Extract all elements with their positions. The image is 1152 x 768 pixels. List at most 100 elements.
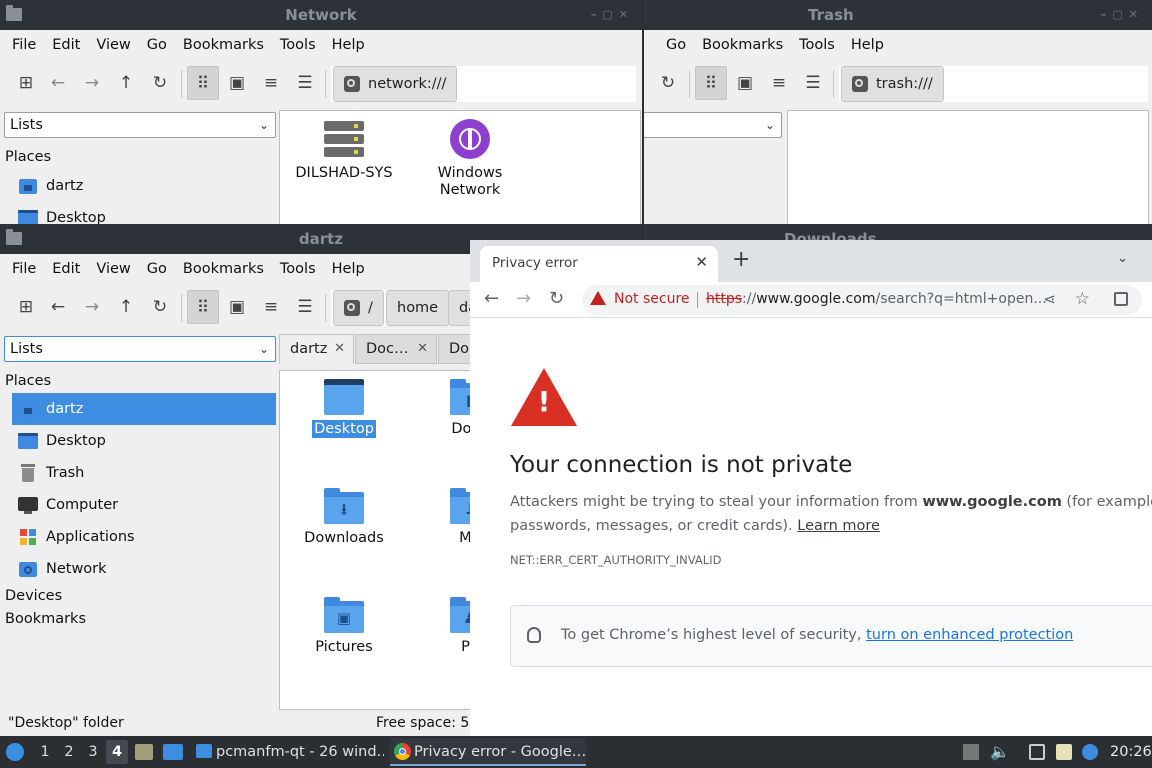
detail-view-icon[interactable]: ☰: [289, 290, 321, 324]
back-arrow-icon[interactable]: ←: [42, 290, 74, 324]
bookmark-star-icon[interactable]: ☆: [1075, 289, 1090, 309]
menu-help[interactable]: Help: [843, 30, 892, 60]
network-status-icon[interactable]: [1029, 744, 1045, 760]
new-window-icon[interactable]: ⊞: [10, 290, 42, 324]
file-icon-view[interactable]: DILSHAD-SYS Windows Network: [279, 110, 641, 224]
forward-arrow-icon[interactable]: →: [76, 66, 108, 100]
workspace-4[interactable]: 4: [106, 740, 128, 764]
close-icon[interactable]: ✕: [334, 335, 345, 363]
bookmarks-header[interactable]: Bookmarks: [5, 611, 86, 627]
place-computer[interactable]: Computer: [12, 489, 276, 521]
path-crumb-root[interactable]: /: [333, 290, 384, 326]
address-bar[interactable]: Not secure https://www.google.com/search…: [582, 285, 1142, 315]
learn-more-link[interactable]: Learn more: [797, 518, 880, 534]
place-dartz[interactable]: dartz: [12, 170, 276, 202]
clipboard-icon[interactable]: [1056, 744, 1072, 760]
clock[interactable]: 20:26: [1110, 736, 1152, 768]
volume-icon[interactable]: 🔈: [990, 736, 1010, 768]
up-arrow-icon[interactable]: ↑: [110, 66, 142, 100]
file-item-pictures[interactable]: ▣ Pictures: [294, 597, 394, 656]
menu-go[interactable]: Go: [139, 254, 175, 284]
reload-icon[interactable]: ↻: [549, 288, 564, 310]
icon-view-icon[interactable]: ⠿: [187, 290, 219, 324]
url-text[interactable]: https://www.google.com/search?q=html+ope…: [706, 291, 1047, 307]
path-crumb[interactable]: trash:///: [841, 66, 944, 102]
app-menu-icon[interactable]: [6, 743, 24, 761]
menu-edit[interactable]: Edit: [44, 254, 88, 284]
new-window-icon[interactable]: ⊞: [10, 66, 42, 100]
back-arrow-icon[interactable]: ←: [484, 288, 499, 310]
place-applications[interactable]: Applications: [12, 521, 276, 553]
share-icon[interactable]: ⋖: [1043, 290, 1056, 308]
menu-view[interactable]: View: [88, 254, 138, 284]
task-pcmanfm[interactable]: pcmanfm-qt - 26 wind…: [192, 738, 384, 766]
network-item[interactable]: Windows Network: [420, 119, 520, 199]
tab-dartz[interactable]: dartz ✕: [279, 334, 354, 364]
forward-arrow-icon[interactable]: →: [76, 290, 108, 324]
menu-go[interactable]: Go: [139, 30, 175, 60]
place-desktop[interactable]: Desktop: [12, 202, 276, 224]
menu-file[interactable]: File: [0, 254, 44, 284]
reload-icon[interactable]: ↻: [652, 66, 684, 100]
menu-help[interactable]: Help: [324, 254, 373, 284]
close-icon[interactable]: ✕: [695, 253, 708, 271]
place-network[interactable]: Network: [12, 553, 276, 585]
close-icon[interactable]: ✕: [417, 335, 428, 363]
menu-go[interactable]: Go: [644, 30, 694, 60]
workspace-1[interactable]: 1: [34, 740, 56, 764]
compact-view-icon[interactable]: ≡: [255, 66, 287, 100]
side-pane-mode-select[interactable]: ⌄: [644, 112, 782, 138]
thumbnail-view-icon[interactable]: ▣: [221, 66, 253, 100]
menu-bookmarks[interactable]: Bookmarks: [175, 254, 272, 284]
thumbnail-view-icon[interactable]: ▣: [221, 290, 253, 324]
chevron-down-icon[interactable]: ⌄: [1117, 251, 1128, 266]
network-item[interactable]: DILSHAD-SYS: [294, 119, 394, 182]
menu-help[interactable]: Help: [324, 30, 373, 60]
enhanced-protection-link[interactable]: turn on enhanced protection: [866, 627, 1073, 643]
place-dartz[interactable]: dartz: [12, 393, 276, 425]
side-pane-mode-select[interactable]: Lists ⌄: [4, 112, 276, 138]
reload-icon[interactable]: ↻: [144, 66, 176, 100]
tab-privacy-error[interactable]: Privacy error ✕: [480, 246, 718, 282]
detail-view-icon[interactable]: ☰: [289, 66, 321, 100]
place-trash[interactable]: Trash: [12, 457, 276, 489]
file-item-desktop[interactable]: Desktop: [294, 379, 394, 438]
path-crumb-home[interactable]: home: [386, 290, 450, 326]
tab-documents[interactable]: Doc… ✕: [355, 334, 437, 364]
forward-arrow-icon[interactable]: →: [516, 288, 531, 310]
not-secure-label[interactable]: Not secure: [614, 291, 690, 307]
menu-bookmarks[interactable]: Bookmarks: [694, 30, 791, 60]
reload-icon[interactable]: ↻: [144, 290, 176, 324]
menu-tools[interactable]: Tools: [791, 30, 843, 60]
trash-titlebar[interactable]: Trash –▢✕: [644, 0, 1152, 30]
path-crumb[interactable]: network:///: [333, 66, 458, 102]
icon-view-icon[interactable]: ⠿: [187, 66, 219, 100]
compact-view-icon[interactable]: ≡: [763, 66, 795, 100]
task-chrome[interactable]: Privacy error - Google…: [390, 738, 586, 766]
thumbnail-view-icon[interactable]: ▣: [729, 66, 761, 100]
file-icon-view[interactable]: [787, 110, 1149, 224]
warning-triangle-icon[interactable]: [590, 291, 606, 305]
file-manager-launcher-icon[interactable]: [135, 744, 153, 760]
new-tab-plus-icon[interactable]: +: [732, 249, 750, 271]
error-code[interactable]: NET::ERR_CERT_AUTHORITY_INVALID: [510, 553, 721, 567]
side-panel-icon[interactable]: [1114, 292, 1128, 306]
back-arrow-icon[interactable]: ←: [42, 66, 74, 100]
menu-tools[interactable]: Tools: [272, 30, 324, 60]
detail-view-icon[interactable]: ☰: [797, 66, 829, 100]
menu-file[interactable]: File: [0, 30, 44, 60]
window-controls[interactable]: –▢✕: [591, 0, 634, 30]
workspace-3[interactable]: 3: [82, 740, 104, 764]
window-controls[interactable]: –▢✕: [1101, 0, 1144, 30]
side-pane-mode-select[interactable]: Lists ⌄: [4, 336, 276, 362]
workspace-2[interactable]: 2: [58, 740, 80, 764]
compact-view-icon[interactable]: ≡: [255, 290, 287, 324]
file-item-downloads[interactable]: ⭳ Downloads: [294, 488, 394, 547]
menu-edit[interactable]: Edit: [44, 30, 88, 60]
notification-icon[interactable]: [1082, 744, 1098, 760]
show-desktop-icon[interactable]: [163, 744, 183, 760]
up-arrow-icon[interactable]: ↑: [110, 290, 142, 324]
place-desktop[interactable]: Desktop: [12, 425, 276, 457]
upload-indicator-icon[interactable]: [963, 744, 979, 760]
menu-view[interactable]: View: [88, 30, 138, 60]
